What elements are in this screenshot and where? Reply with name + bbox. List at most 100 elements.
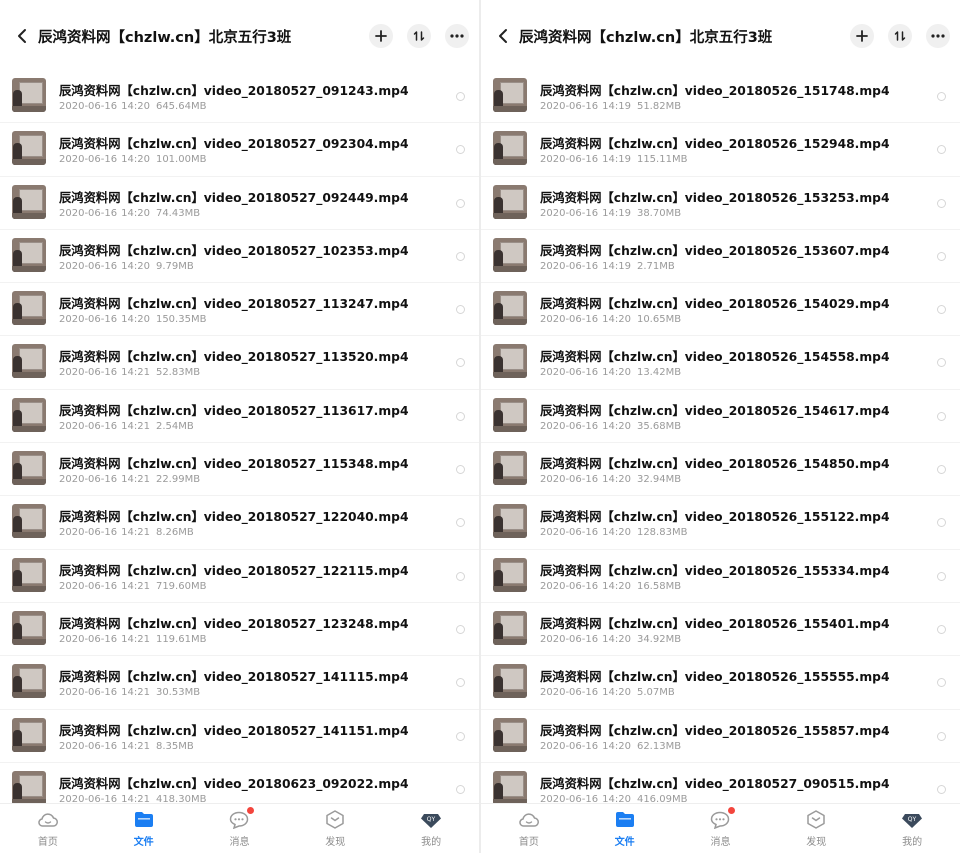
file-row[interactable]: 辰鸿资料网【chzlw.cn】video_20180527_113247.mp4… bbox=[0, 283, 479, 337]
tab-label: 文件 bbox=[133, 836, 154, 848]
file-row[interactable]: 辰鸿资料网【chzlw.cn】video_20180527_115348.mp4… bbox=[0, 443, 479, 497]
file-date: 2020-06-16 bbox=[540, 633, 599, 645]
select-radio[interactable] bbox=[937, 411, 946, 421]
chevron-left-icon bbox=[499, 29, 507, 43]
select-radio[interactable] bbox=[456, 411, 465, 421]
video-thumbnail bbox=[493, 770, 527, 805]
file-row[interactable]: 辰鸿资料网【chzlw.cn】video_20180526_155122.mp4… bbox=[481, 496, 960, 550]
select-radio[interactable] bbox=[937, 624, 946, 634]
tab-messages[interactable]: 消息 bbox=[673, 804, 769, 853]
file-row[interactable]: 辰鸿资料网【chzlw.cn】video_20180527_113520.mp4… bbox=[0, 336, 479, 390]
file-row[interactable]: 辰鸿资料网【chzlw.cn】video_20180526_153253.mp4… bbox=[481, 177, 960, 230]
file-row[interactable]: 辰鸿资料网【chzlw.cn】video_20180526_154617.mp4… bbox=[481, 390, 960, 444]
file-row[interactable]: 辰鸿资料网【chzlw.cn】video_20180527_113617.mp4… bbox=[0, 390, 479, 444]
select-radio[interactable] bbox=[937, 465, 946, 475]
file-meta: 2020-06-16 14:20 645.64MB bbox=[59, 101, 206, 112]
select-radio[interactable] bbox=[937, 305, 946, 315]
screen-right: 辰鸿资料网【chzlw.cn】北京五行3班 辰鸿资料网【chzlw.cn】vid… bbox=[481, 0, 960, 853]
file-size: 150.35MB bbox=[155, 314, 207, 326]
video-thumbnail bbox=[12, 717, 46, 752]
select-radio[interactable] bbox=[456, 731, 465, 741]
tab-files[interactable]: 文件 bbox=[96, 804, 192, 853]
file-row[interactable]: 辰鸿资料网【chzlw.cn】video_20180526_155401.mp4… bbox=[481, 603, 960, 657]
select-radio[interactable] bbox=[937, 678, 946, 688]
select-radio[interactable] bbox=[937, 358, 946, 368]
tab-label: 我的 bbox=[421, 836, 442, 848]
file-row[interactable]: 辰鸿资料网【chzlw.cn】video_20180527_141115.mp4… bbox=[0, 656, 479, 710]
sort-button[interactable] bbox=[407, 24, 431, 48]
file-row[interactable]: 辰鸿资料网【chzlw.cn】video_20180526_154850.mp4… bbox=[481, 443, 960, 497]
select-radio[interactable] bbox=[937, 251, 946, 261]
select-radio[interactable] bbox=[937, 571, 946, 581]
file-row[interactable]: 辰鸿资料网【chzlw.cn】video_20180527_122115.mp4… bbox=[0, 550, 479, 603]
file-size: 38.70MB bbox=[636, 207, 682, 219]
select-radio[interactable] bbox=[456, 92, 465, 101]
add-button[interactable] bbox=[369, 24, 393, 48]
file-row[interactable]: 辰鸿资料网【chzlw.cn】video_20180527_091243.mp4… bbox=[0, 70, 479, 124]
file-meta: 2020-06-16 14:21 719.60MB bbox=[59, 581, 206, 592]
file-time: 14:21 bbox=[121, 633, 150, 645]
file-row[interactable]: 辰鸿资料网【chzlw.cn】video_20180526_151748.mp4… bbox=[481, 70, 960, 124]
file-meta: 2020-06-16 14:21 52.83MB bbox=[59, 367, 200, 378]
tab-files[interactable]: 文件 bbox=[577, 804, 673, 853]
home-cloud-icon bbox=[37, 810, 59, 830]
file-meta: 2020-06-16 14:20 34.92MB bbox=[540, 634, 681, 645]
file-row[interactable]: 辰鸿资料网【chzlw.cn】video_20180527_092304.mp4… bbox=[0, 123, 479, 177]
file-row[interactable]: 辰鸿资料网【chzlw.cn】video_20180526_155555.mp4… bbox=[481, 656, 960, 710]
file-meta: 2020-06-16 14:20 35.68MB bbox=[540, 421, 681, 432]
back-button[interactable] bbox=[12, 24, 32, 48]
file-date: 2020-06-16 bbox=[59, 474, 118, 486]
file-name: 辰鸿资料网【chzlw.cn】video_20180526_154029.mp4 bbox=[540, 297, 890, 312]
select-radio[interactable] bbox=[937, 784, 946, 794]
select-radio[interactable] bbox=[937, 198, 946, 208]
select-radio[interactable] bbox=[456, 198, 465, 208]
file-row[interactable]: 辰鸿资料网【chzlw.cn】video_20180527_102353.mp4… bbox=[0, 230, 479, 284]
file-row[interactable]: 辰鸿资料网【chzlw.cn】video_20180526_155857.mp4… bbox=[481, 710, 960, 763]
select-radio[interactable] bbox=[456, 358, 465, 368]
select-radio[interactable] bbox=[456, 518, 465, 528]
more-button[interactable] bbox=[926, 24, 950, 48]
select-radio[interactable] bbox=[456, 624, 465, 634]
back-button[interactable] bbox=[493, 24, 513, 48]
select-radio[interactable] bbox=[456, 465, 465, 475]
video-thumbnail bbox=[493, 397, 527, 432]
file-row[interactable]: 辰鸿资料网【chzlw.cn】video_20180526_154029.mp4… bbox=[481, 283, 960, 337]
tab-messages[interactable]: 消息 bbox=[192, 804, 288, 853]
file-row[interactable]: 辰鸿资料网【chzlw.cn】video_20180526_152948.mp4… bbox=[481, 123, 960, 177]
tab-label: 发现 bbox=[806, 836, 827, 848]
file-meta: 2020-06-16 14:19 38.70MB bbox=[540, 208, 681, 219]
tab-home[interactable]: 首页 bbox=[0, 804, 96, 853]
select-radio[interactable] bbox=[456, 145, 465, 155]
file-row[interactable]: 辰鸿资料网【chzlw.cn】video_20180527_092449.mp4… bbox=[0, 177, 479, 230]
file-date: 2020-06-16 bbox=[540, 154, 599, 166]
profile-icon: QY bbox=[901, 810, 923, 830]
select-radio[interactable] bbox=[937, 518, 946, 528]
sort-button[interactable] bbox=[888, 24, 912, 48]
select-radio[interactable] bbox=[937, 731, 946, 741]
file-row[interactable]: 辰鸿资料网【chzlw.cn】video_20180527_123248.mp4… bbox=[0, 603, 479, 657]
tab-me[interactable]: QY 我的 bbox=[864, 804, 960, 853]
select-radio[interactable] bbox=[456, 784, 465, 794]
tab-discover[interactable]: 发现 bbox=[768, 804, 864, 853]
select-radio[interactable] bbox=[937, 92, 946, 101]
select-radio[interactable] bbox=[456, 305, 465, 315]
add-button[interactable] bbox=[850, 24, 874, 48]
select-radio[interactable] bbox=[456, 571, 465, 581]
more-button[interactable] bbox=[445, 24, 469, 48]
tab-me[interactable]: QY 我的 bbox=[383, 804, 479, 853]
file-row[interactable]: 辰鸿资料网【chzlw.cn】video_20180527_122040.mp4… bbox=[0, 496, 479, 550]
tab-label: 文件 bbox=[614, 836, 635, 848]
file-meta: 2020-06-16 14:21 8.26MB bbox=[59, 527, 194, 538]
file-row[interactable]: 辰鸿资料网【chzlw.cn】video_20180526_153607.mp4… bbox=[481, 230, 960, 284]
video-thumbnail bbox=[493, 344, 527, 379]
select-radio[interactable] bbox=[456, 678, 465, 688]
select-radio[interactable] bbox=[937, 145, 946, 155]
file-name: 辰鸿资料网【chzlw.cn】video_20180526_154850.mp4 bbox=[540, 457, 890, 472]
file-row[interactable]: 辰鸿资料网【chzlw.cn】video_20180527_141151.mp4… bbox=[0, 710, 479, 763]
tab-discover[interactable]: 发现 bbox=[287, 804, 383, 853]
tab-home[interactable]: 首页 bbox=[481, 804, 577, 853]
file-row[interactable]: 辰鸿资料网【chzlw.cn】video_20180526_154558.mp4… bbox=[481, 336, 960, 390]
select-radio[interactable] bbox=[456, 251, 465, 261]
file-row[interactable]: 辰鸿资料网【chzlw.cn】video_20180526_155334.mp4… bbox=[481, 550, 960, 603]
file-time: 14:20 bbox=[602, 580, 631, 592]
